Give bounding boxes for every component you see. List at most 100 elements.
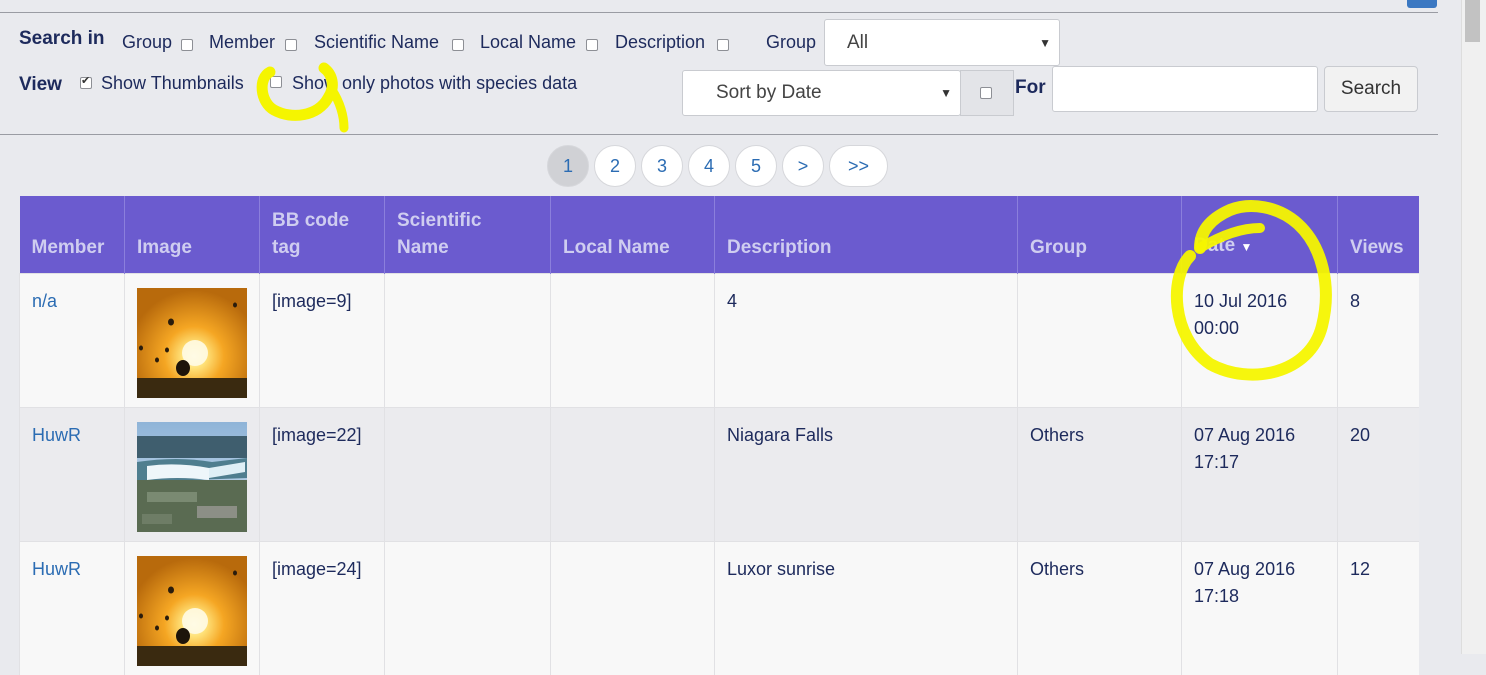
header-local-label: Local Name [563,237,670,258]
next-page-button[interactable]: > [782,145,824,187]
search-in-label: Search in [19,28,105,50]
column-header-scientific[interactable]: Scientific Name [385,196,551,274]
column-header-image: Image [125,196,260,274]
table-row: HuwR [image=24] Luxor sunrise Others [20,542,1419,675]
group-cell [1018,274,1182,408]
column-header-group[interactable]: Group [1018,196,1182,274]
column-header-description[interactable]: Description [715,196,1018,274]
header-member-label: Member [32,237,105,258]
image-cell [125,408,260,542]
search-option-scientific-label: Scientific Name [314,32,439,53]
time-value: 17:17 [1194,452,1239,472]
group-cell: Others [1018,542,1182,675]
header-group-label: Group [1030,237,1087,258]
bbcode-cell: [image=24] [260,542,385,675]
header-description-label: Description [727,237,832,258]
search-option-member-label: Member [209,32,275,53]
header-bbcode-label: BB code tag [272,207,362,261]
column-header-bbcode: BB code tag [260,196,385,274]
search-option-group-label: Group [122,32,172,53]
column-header-views[interactable]: Views [1338,196,1419,274]
search-option-local-label: Local Name [480,32,576,53]
date-value: 07 Aug 2016 [1194,559,1295,579]
search-scientific-checkbox[interactable] [452,39,464,51]
sort-direction-box[interactable] [960,70,1014,116]
bbcode-cell: [image=9] [260,274,385,408]
dropdown-arrow-icon: ▼ [940,86,952,100]
header-views-label: Views [1350,237,1404,258]
species-only-label: Show only photos with species data [292,73,577,94]
species-only-checkbox[interactable] [270,76,282,88]
image-cell [125,542,260,675]
search-local-checkbox[interactable] [586,39,598,51]
niagara-falls-image[interactable] [137,422,247,532]
table-row: HuwR [image=22] Niagara Falls Others [20,408,1419,542]
column-header-member[interactable]: Member [20,196,125,274]
page-3-button[interactable]: 3 [641,145,683,187]
for-label: For [1015,77,1046,99]
search-description-checkbox[interactable] [717,39,729,51]
last-page-button[interactable]: >> [829,145,888,187]
corner-button[interactable] [1407,0,1437,8]
column-header-date[interactable]: Date ▼ [1182,196,1338,274]
sort-descending-checkbox[interactable] [980,87,992,99]
search-option-description-label: Description [615,32,705,53]
show-thumbnails-checkbox[interactable] [80,77,92,89]
filter-panel: Search in Group Member Scientific Name L… [0,13,1438,135]
local-name-cell [551,408,715,542]
scientific-name-cell [385,542,551,675]
date-cell: 07 Aug 2016 17:18 [1182,542,1338,675]
date-value: 10 Jul 2016 [1194,291,1287,311]
header-image-label: Image [137,237,192,258]
bbcode-cell: [image=22] [260,408,385,542]
vertical-scrollbar[interactable] [1461,0,1486,654]
header-scientific-label: Scientific Name [397,207,497,261]
time-value: 17:18 [1194,586,1239,606]
hot-air-balloons-sunset-image[interactable] [137,556,247,666]
scrollbar-thumb[interactable] [1465,0,1480,42]
hot-air-balloons-sunset-image[interactable] [137,288,247,398]
member-link[interactable]: n/a [20,274,125,408]
local-name-cell [551,274,715,408]
views-cell: 20 [1338,408,1419,542]
sort-select[interactable]: Sort by Date ▼ [682,70,961,116]
page-2-button[interactable]: 2 [594,145,636,187]
image-table: Member Image BB code tag Scientific Name… [19,196,1419,675]
group-filter-label: Group [766,32,816,53]
group-cell: Others [1018,408,1182,542]
group-select-value: All [847,32,868,54]
dropdown-arrow-icon: ▼ [1039,36,1051,50]
page-1-button[interactable]: 1 [547,145,589,187]
show-thumbnails-label: Show Thumbnails [101,73,244,94]
description-cell: Niagara Falls [715,408,1018,542]
search-group-checkbox[interactable] [181,39,193,51]
view-label: View [19,74,62,96]
member-link[interactable]: HuwR [20,408,125,542]
scientific-name-cell [385,274,551,408]
scientific-name-cell [385,408,551,542]
date-cell: 10 Jul 2016 00:00 [1182,274,1338,408]
page-4-button[interactable]: 4 [688,145,730,187]
description-cell: 4 [715,274,1018,408]
table-header-row: Member Image BB code tag Scientific Name… [20,196,1419,274]
image-cell [125,274,260,408]
views-cell: 12 [1338,542,1419,675]
sort-select-value: Sort by Date [716,82,822,104]
date-cell: 07 Aug 2016 17:17 [1182,408,1338,542]
search-member-checkbox[interactable] [285,39,297,51]
page-5-button[interactable]: 5 [735,145,777,187]
sort-descending-icon: ▼ [1240,240,1252,254]
column-header-local[interactable]: Local Name [551,196,715,274]
group-select[interactable]: All ▼ [824,19,1060,66]
date-value: 07 Aug 2016 [1194,425,1295,445]
search-button[interactable]: Search [1324,66,1418,112]
time-value: 00:00 [1194,318,1239,338]
header-date-label: Date [1194,235,1235,256]
local-name-cell [551,542,715,675]
table-row: n/a [image=9] 4 10 Jul 201600: [20,274,1419,408]
description-cell: Luxor sunrise [715,542,1018,675]
views-cell: 8 [1338,274,1419,408]
member-link[interactable]: HuwR [20,542,125,675]
search-query-input[interactable] [1052,66,1318,112]
pagination: 1 2 3 4 5 > >> [547,145,888,187]
